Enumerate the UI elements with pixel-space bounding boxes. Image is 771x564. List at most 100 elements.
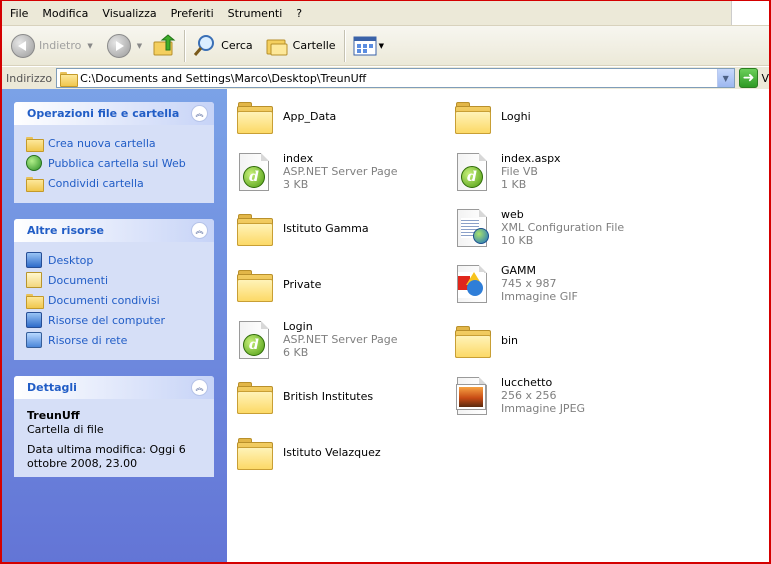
menu-edit[interactable]: Modifica <box>35 1 95 26</box>
task-pane: Operazioni file e cartella ︽ Crea nuova … <box>2 89 227 562</box>
go-label[interactable]: V <box>761 72 769 85</box>
chevron-down-icon[interactable]: ▼ <box>137 42 142 50</box>
collapse-icon[interactable]: ︽ <box>191 379 208 396</box>
file-name: Istituto Velazquez <box>283 446 381 459</box>
file-type: Immagine GIF <box>501 290 578 303</box>
file-item[interactable]: d index.aspx File VB 1 KB <box>453 152 663 192</box>
details-modified-line2: ottobre 2008, 23.00 <box>27 457 138 470</box>
back-button[interactable]: Indietro ▼ <box>8 29 96 63</box>
chevron-down-icon[interactable]: ▼ <box>379 42 384 50</box>
address-bar: Indirizzo C:\Documents and Settings\Marc… <box>2 67 769 89</box>
up-folder-button[interactable] <box>149 29 179 63</box>
address-path: C:\Documents and Settings\Marco\Desktop\… <box>80 71 367 85</box>
folder-item[interactable]: Istituto Velazquez <box>235 434 445 474</box>
other-places-title: Altre risorse <box>27 224 104 237</box>
toolbar-separator <box>184 29 186 62</box>
aspx-page-icon: d <box>235 152 275 192</box>
forward-button[interactable]: ▼ <box>104 29 145 63</box>
file-name: App_Data <box>283 110 337 123</box>
file-size: 3 KB <box>283 178 309 191</box>
file-tasks-panel: Operazioni file e cartella ︽ Crea nuova … <box>14 102 214 203</box>
file-item[interactable]: d index ASP.NET Server Page 3 KB <box>235 152 445 192</box>
folder-icon <box>235 434 275 474</box>
file-item[interactable]: GAMM 745 x 987 Immagine GIF <box>453 264 663 304</box>
aspx-page-icon: d <box>235 320 275 360</box>
file-name: bin <box>501 334 519 347</box>
folder-icon <box>235 210 275 250</box>
file-tasks-header[interactable]: Operazioni file e cartella ︽ <box>14 102 214 125</box>
search-icon <box>194 34 215 56</box>
file-name: British Institutes <box>283 390 374 403</box>
menu-view[interactable]: Visualizza <box>95 1 163 26</box>
file-type: Immagine JPEG <box>501 402 586 415</box>
folder-icon <box>453 322 493 362</box>
folder-item[interactable]: Private <box>235 266 445 306</box>
forward-arrow-icon <box>106 33 131 58</box>
details-panel: Dettagli ︽ TreunUff Cartella di file Dat… <box>14 376 214 477</box>
file-item[interactable]: d Login ASP.NET Server Page 6 KB <box>235 320 445 360</box>
file-size: 10 KB <box>501 234 534 247</box>
details-header[interactable]: Dettagli ︽ <box>14 376 214 399</box>
folder-item[interactable]: British Institutes <box>235 378 445 418</box>
task-new-folder[interactable]: Crea nuova cartella <box>26 133 214 153</box>
other-places-panel: Altre risorse ︽ Desktop Documenti Docume… <box>14 219 214 360</box>
chevron-down-icon[interactable]: ▼ <box>87 42 92 50</box>
place-my-computer-label: Risorse del computer <box>48 313 166 327</box>
file-type: ASP.NET Server Page <box>283 165 398 178</box>
file-size: 1 KB <box>501 178 527 191</box>
task-new-folder-label: Crea nuova cartella <box>48 136 156 150</box>
file-name: Private <box>283 278 322 291</box>
gif-image-icon <box>453 264 493 304</box>
jpeg-image-icon <box>453 376 493 416</box>
details-folder-type: Cartella di file <box>27 423 104 436</box>
back-arrow-icon <box>11 33 35 58</box>
place-documents[interactable]: Documenti <box>26 270 214 290</box>
view-mode-button[interactable]: ▼ <box>350 29 387 63</box>
menu-help[interactable]: ? <box>289 1 309 26</box>
search-label: Cerca <box>221 39 253 52</box>
folder-icon <box>235 98 275 138</box>
place-shared-documents[interactable]: Documenti condivisi <box>26 290 214 310</box>
menu-tools[interactable]: Strumenti <box>221 1 290 26</box>
documents-icon <box>26 272 42 288</box>
file-tasks-title: Operazioni file e cartella <box>27 107 180 120</box>
place-desktop[interactable]: Desktop <box>26 250 214 270</box>
shared-folder-icon <box>26 176 44 193</box>
folder-item[interactable]: App_Data <box>235 98 445 138</box>
chevron-down-icon[interactable]: ▼ <box>716 69 734 87</box>
windows-logo <box>731 1 769 25</box>
folder-item[interactable]: Loghi <box>453 98 663 138</box>
desktop-icon <box>26 252 42 268</box>
new-folder-icon <box>26 136 44 153</box>
folders-label: Cartelle <box>292 39 336 52</box>
folder-item[interactable]: Istituto Gamma <box>235 210 445 250</box>
folder-item[interactable]: bin <box>453 322 663 362</box>
task-share-folder-label: Condividi cartella <box>48 176 144 190</box>
file-name: Istituto Gamma <box>283 222 369 235</box>
place-shared-documents-label: Documenti condivisi <box>48 293 160 307</box>
menu-favorites[interactable]: Preferiti <box>164 1 221 26</box>
place-my-computer[interactable]: Risorse del computer <box>26 310 214 330</box>
other-places-header[interactable]: Altre risorse ︽ <box>14 219 214 242</box>
folders-button[interactable]: Cartelle <box>262 29 339 63</box>
address-input[interactable]: C:\Documents and Settings\Marco\Desktop\… <box>56 68 735 88</box>
task-publish-web[interactable]: Pubblica cartella sul Web <box>26 153 214 173</box>
collapse-icon[interactable]: ︽ <box>191 105 208 122</box>
file-item[interactable]: web XML Configuration File 10 KB <box>453 208 663 248</box>
go-button[interactable]: ➜ <box>738 68 759 88</box>
file-size: 6 KB <box>283 346 309 359</box>
file-name: GAMM <box>501 264 537 277</box>
toolbar: Indietro ▼ ▼ Cerca Cartelle ▼ <box>2 26 769 66</box>
file-item[interactable]: lucchetto 256 x 256 Immagine JPEG <box>453 376 663 416</box>
folder-up-icon <box>153 33 176 55</box>
task-publish-web-label: Pubblica cartella sul Web <box>48 156 186 170</box>
place-documents-label: Documenti <box>48 273 109 287</box>
place-network[interactable]: Risorse di rete <box>26 330 214 350</box>
task-share-folder[interactable]: Condividi cartella <box>26 173 214 193</box>
file-view: App_Data Loghi d index ASP.NET Server Pa… <box>227 89 769 562</box>
details-modified-line1: Data ultima modifica: Oggi 6 <box>27 443 186 456</box>
search-button[interactable]: Cerca <box>190 29 256 63</box>
menu-file[interactable]: File <box>2 1 35 26</box>
collapse-icon[interactable]: ︽ <box>191 222 208 239</box>
folder-icon <box>235 266 275 306</box>
